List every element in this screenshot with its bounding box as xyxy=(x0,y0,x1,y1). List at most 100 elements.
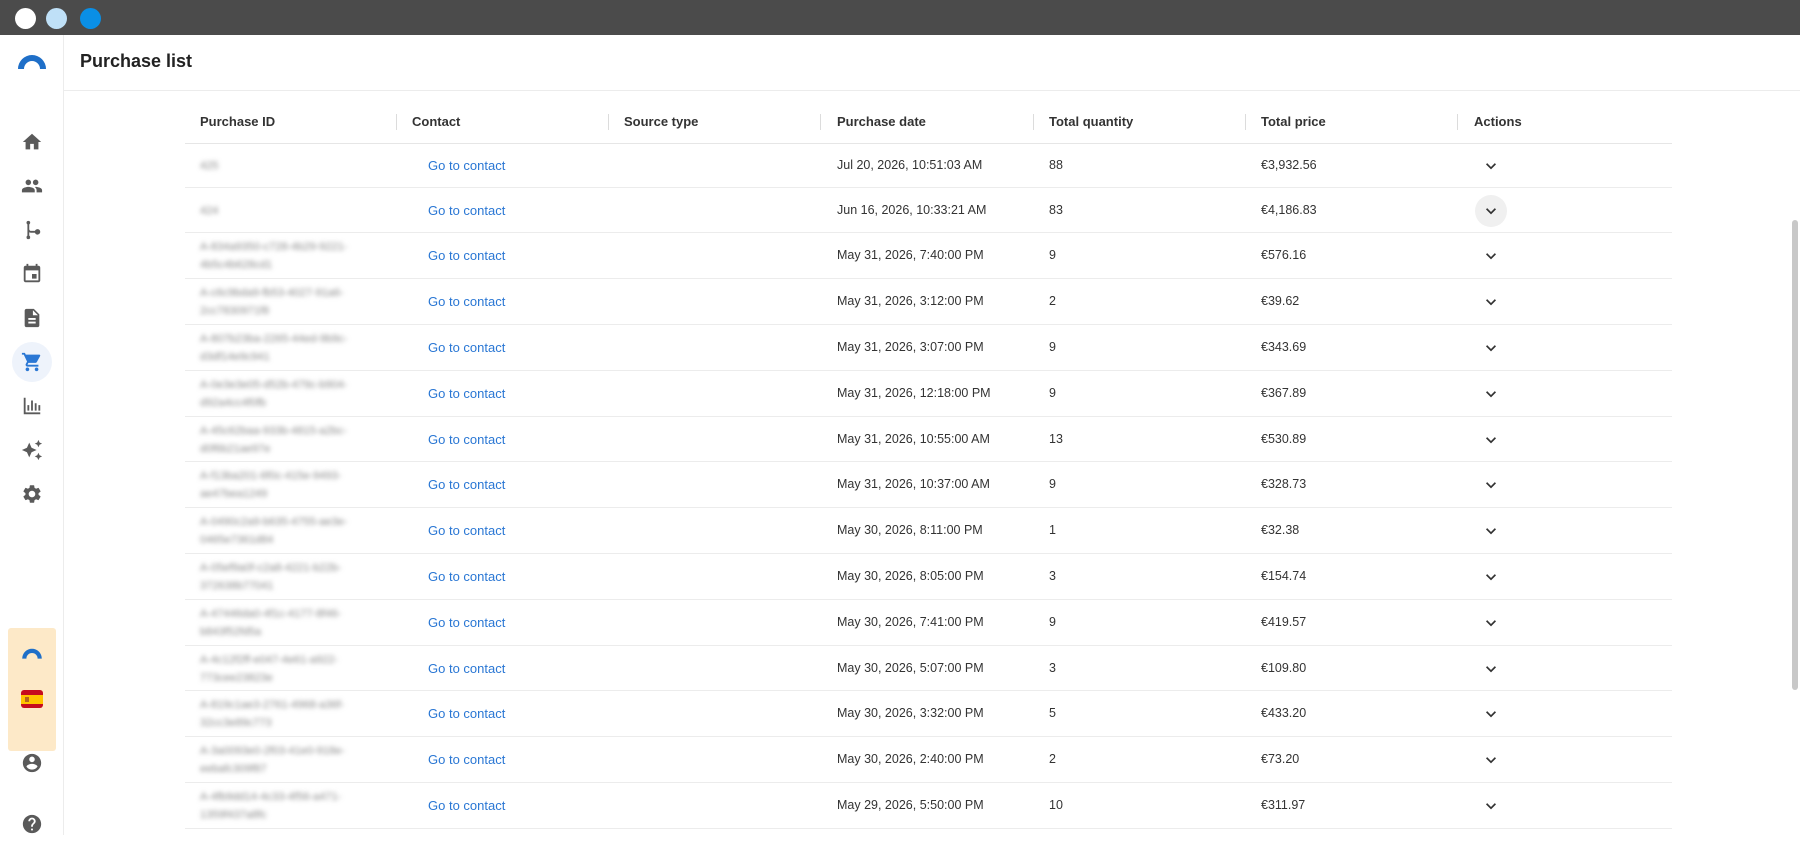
nav-home[interactable] xyxy=(0,120,64,164)
purchase-id-cell: A-819c1ae3-2761-4968-a36f- 32cc3e89c773 xyxy=(200,699,345,729)
table-row[interactable]: A-819c1ae3-2761-4968-a36f- 32cc3e89c773 G… xyxy=(185,691,1672,737)
table-row[interactable]: A-807b23ba-2265-44ed-9b9c- d3df14e9c941 G… xyxy=(185,325,1672,371)
go-to-contact-link[interactable]: Go to contact xyxy=(428,203,505,218)
home-icon xyxy=(22,133,42,150)
table-row[interactable]: A-4fb9dd14-4c33-4f56-a471- 1359f437a8fc G… xyxy=(185,783,1672,829)
promo-logo xyxy=(22,648,42,659)
window-close-button[interactable] xyxy=(15,8,36,29)
go-to-contact-link[interactable]: Go to contact xyxy=(428,661,505,676)
expand-row-button[interactable] xyxy=(1475,332,1507,364)
contacts-icon xyxy=(21,179,43,193)
help-icon xyxy=(22,814,42,834)
expand-row-button[interactable] xyxy=(1475,744,1507,776)
expand-row-button[interactable] xyxy=(1475,195,1507,227)
expand-row-button[interactable] xyxy=(1475,378,1507,410)
go-to-contact-link[interactable]: Go to contact xyxy=(428,615,505,630)
purchase-id-cell: A-45c62baa-933b-4815-a2bc- d0f6b21ae97e xyxy=(200,425,347,455)
table-row[interactable]: A-0e3e3e05-d52b-479c-b904- d92a4cc4f0fb G… xyxy=(185,371,1672,417)
column-total-quantity[interactable]: Total quantity xyxy=(1049,114,1133,129)
nav-ai[interactable] xyxy=(0,428,64,472)
expand-row-button[interactable] xyxy=(1475,424,1507,456)
chevron-down-icon xyxy=(1486,208,1496,215)
nav-analytics[interactable] xyxy=(0,384,64,428)
go-to-contact-link[interactable]: Go to contact xyxy=(428,477,505,492)
table-row[interactable]: 425 Go to contact Jul 20, 2026, 10:51:03 A… xyxy=(185,144,1672,188)
go-to-contact-link[interactable]: Go to contact xyxy=(428,523,505,538)
window-maximize-button[interactable] xyxy=(80,8,101,29)
go-to-contact-link[interactable]: Go to contact xyxy=(428,752,505,767)
go-to-contact-link[interactable]: Go to contact xyxy=(428,798,505,813)
total-price-cell: €73.20 xyxy=(1261,752,1300,766)
nav-contacts[interactable] xyxy=(0,164,64,208)
go-to-contact-link[interactable]: Go to contact xyxy=(428,386,505,401)
purchase-date-cell: May 30, 2026, 5:07:00 PM xyxy=(837,661,984,675)
column-purchase-id[interactable]: Purchase ID xyxy=(200,114,275,129)
total-quantity-cell: 5 xyxy=(1049,706,1056,720)
go-to-contact-link[interactable]: Go to contact xyxy=(428,294,505,309)
nav-flows[interactable] xyxy=(0,208,64,252)
chevron-down-icon xyxy=(1486,528,1496,535)
window-minimize-button[interactable] xyxy=(46,8,67,29)
total-price-cell: €4,186.83 xyxy=(1261,203,1317,217)
column-contact[interactable]: Contact xyxy=(412,114,460,129)
table-row[interactable]: A-45c62baa-933b-4815-a2bc- d0f6b21ae97e G… xyxy=(185,417,1672,462)
scrollbar-thumb[interactable] xyxy=(1792,220,1798,690)
table-row[interactable]: A-05ef9a0f-c2a8-4221-b22b- 372638b77041 G… xyxy=(185,554,1672,600)
go-to-contact-link[interactable]: Go to contact xyxy=(428,158,505,173)
purchase-id-cell: A-f13ba201-6f0c-415e-9493- ae47bea1249 xyxy=(200,470,342,500)
table-row[interactable]: A-47446da0-4f1c-4177-8f46- b843f52fd5a Go… xyxy=(185,600,1672,646)
expand-row-button[interactable] xyxy=(1475,240,1507,272)
column-source-type[interactable]: Source type xyxy=(624,114,698,129)
app-logo[interactable] xyxy=(16,51,48,71)
purchase-id-cell: A-3a0093e0-2f03-41e0-918e- eebafc309f87 xyxy=(200,745,345,775)
table-row[interactable]: A-3a0093e0-2f03-41e0-918e- eebafc309f87 G… xyxy=(185,737,1672,783)
purchase-date-cell: May 30, 2026, 8:11:00 PM xyxy=(837,523,983,537)
table-row[interactable]: A-834a9350-c728-4b29-9221- 4b5c4b628cd1 G… xyxy=(185,233,1672,279)
nav-account[interactable] xyxy=(0,741,64,785)
nav-purchases[interactable] xyxy=(0,340,64,384)
expand-row-button[interactable] xyxy=(1475,607,1507,639)
nav-settings[interactable] xyxy=(0,472,64,516)
total-price-cell: €311.97 xyxy=(1261,798,1306,812)
purchase-date-cell: May 31, 2026, 3:07:00 PM xyxy=(837,340,984,354)
table-row[interactable]: 424 Go to contact Jun 16, 2026, 10:33:21 A… xyxy=(185,188,1672,233)
go-to-contact-link[interactable]: Go to contact xyxy=(428,248,505,263)
sparkles-icon xyxy=(21,439,43,461)
total-quantity-cell: 9 xyxy=(1049,615,1056,629)
promo-badge[interactable] xyxy=(8,628,56,751)
go-to-contact-link[interactable]: Go to contact xyxy=(428,569,505,584)
column-purchase-date[interactable]: Purchase date xyxy=(837,114,926,129)
table-row[interactable]: A-c6c9bda9-fb53-4027-91a6- 2cc7830971f8 G… xyxy=(185,279,1672,325)
table-row[interactable]: A-4c12f2ff-e047-4e61-a922- 773cee23823e G… xyxy=(185,646,1672,691)
flows-icon xyxy=(26,220,41,240)
table-row[interactable]: A-f13ba201-6f0c-415e-9493- ae47bea1249 Go… xyxy=(185,462,1672,508)
expand-row-button[interactable] xyxy=(1475,515,1507,547)
expand-row-button[interactable] xyxy=(1475,653,1507,685)
table-row[interactable]: A-0490c2a9-b635-4755-ae3e- 0465e7361d84 G… xyxy=(185,508,1672,554)
total-price-cell: €419.57 xyxy=(1261,615,1307,629)
purchase-table: Purchase ID Contact Source type Purchase… xyxy=(185,102,1672,829)
expand-row-button[interactable] xyxy=(1475,469,1507,501)
purchase-id-cell: A-834a9350-c728-4b29-9221- 4b5c4b628cd1 xyxy=(200,241,348,271)
total-quantity-cell: 13 xyxy=(1049,432,1063,446)
expand-row-button[interactable] xyxy=(1475,150,1507,182)
go-to-contact-link[interactable]: Go to contact xyxy=(428,432,505,447)
go-to-contact-link[interactable]: Go to contact xyxy=(428,706,505,721)
spain-flag-icon[interactable] xyxy=(21,690,43,708)
purchase-date-cell: Jul 20, 2026, 10:51:03 AM xyxy=(837,158,983,172)
nav-help[interactable] xyxy=(0,802,64,846)
nav-documents[interactable] xyxy=(0,296,64,340)
expand-row-button[interactable] xyxy=(1475,790,1507,822)
expand-row-button[interactable] xyxy=(1475,286,1507,318)
nav-calendar[interactable] xyxy=(0,252,64,296)
column-total-price[interactable]: Total price xyxy=(1261,114,1326,129)
total-quantity-cell: 10 xyxy=(1049,798,1063,812)
expand-row-button[interactable] xyxy=(1475,698,1507,730)
total-quantity-cell: 9 xyxy=(1049,477,1056,491)
go-to-contact-link[interactable]: Go to contact xyxy=(428,340,505,355)
expand-row-button[interactable] xyxy=(1475,561,1507,593)
total-quantity-cell: 2 xyxy=(1049,752,1056,766)
table-body: 425 Go to contact Jul 20, 2026, 10:51:03 A… xyxy=(185,144,1672,829)
chevron-down-icon xyxy=(1486,574,1496,581)
total-price-cell: €343.69 xyxy=(1261,340,1307,354)
